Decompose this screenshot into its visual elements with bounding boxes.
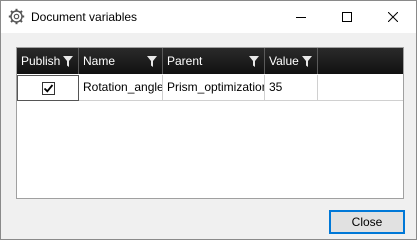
table-row[interactable]: Rotation_angle Prism_optimization 35 [17, 75, 403, 101]
filter-icon[interactable] [147, 56, 157, 67]
grid-header: Publish Name Parent Value [17, 48, 403, 74]
maximize-button[interactable] [324, 1, 370, 33]
column-label: Name [83, 54, 116, 68]
checkmark-icon [43, 83, 53, 93]
maximize-icon [342, 12, 352, 22]
filter-icon[interactable] [63, 56, 73, 67]
minimize-icon [296, 17, 306, 18]
dialog-window: Document variables Publish Name Parent V… [0, 0, 417, 240]
name-cell[interactable]: Rotation_angle [79, 75, 163, 101]
column-label: Value [269, 54, 299, 68]
column-header-value[interactable]: Value [265, 48, 318, 74]
parent-cell[interactable]: Prism_optimization [163, 75, 265, 101]
publish-cell[interactable] [17, 75, 79, 101]
close-button[interactable]: Close [329, 210, 405, 234]
column-header-publish[interactable]: Publish [17, 48, 79, 74]
column-label: Parent [167, 54, 203, 68]
column-header-name[interactable]: Name [79, 48, 163, 74]
gear-icon [8, 8, 25, 25]
close-icon [388, 12, 398, 22]
filter-icon[interactable] [249, 56, 259, 67]
filter-icon[interactable] [302, 56, 312, 67]
value-cell[interactable]: 35 [265, 75, 318, 101]
publish-checkbox[interactable] [41, 81, 55, 95]
close-window-button[interactable] [370, 1, 416, 33]
window-title: Document variables [31, 10, 138, 24]
column-label: Publish [21, 54, 61, 68]
title-bar: Document variables [1, 1, 416, 33]
column-header-parent[interactable]: Parent [163, 48, 265, 74]
column-header-filler [318, 48, 403, 74]
minimize-button[interactable] [278, 1, 324, 33]
row-filler [318, 75, 403, 101]
variables-grid[interactable]: Publish Name Parent Value Rotation_angle… [16, 47, 404, 199]
